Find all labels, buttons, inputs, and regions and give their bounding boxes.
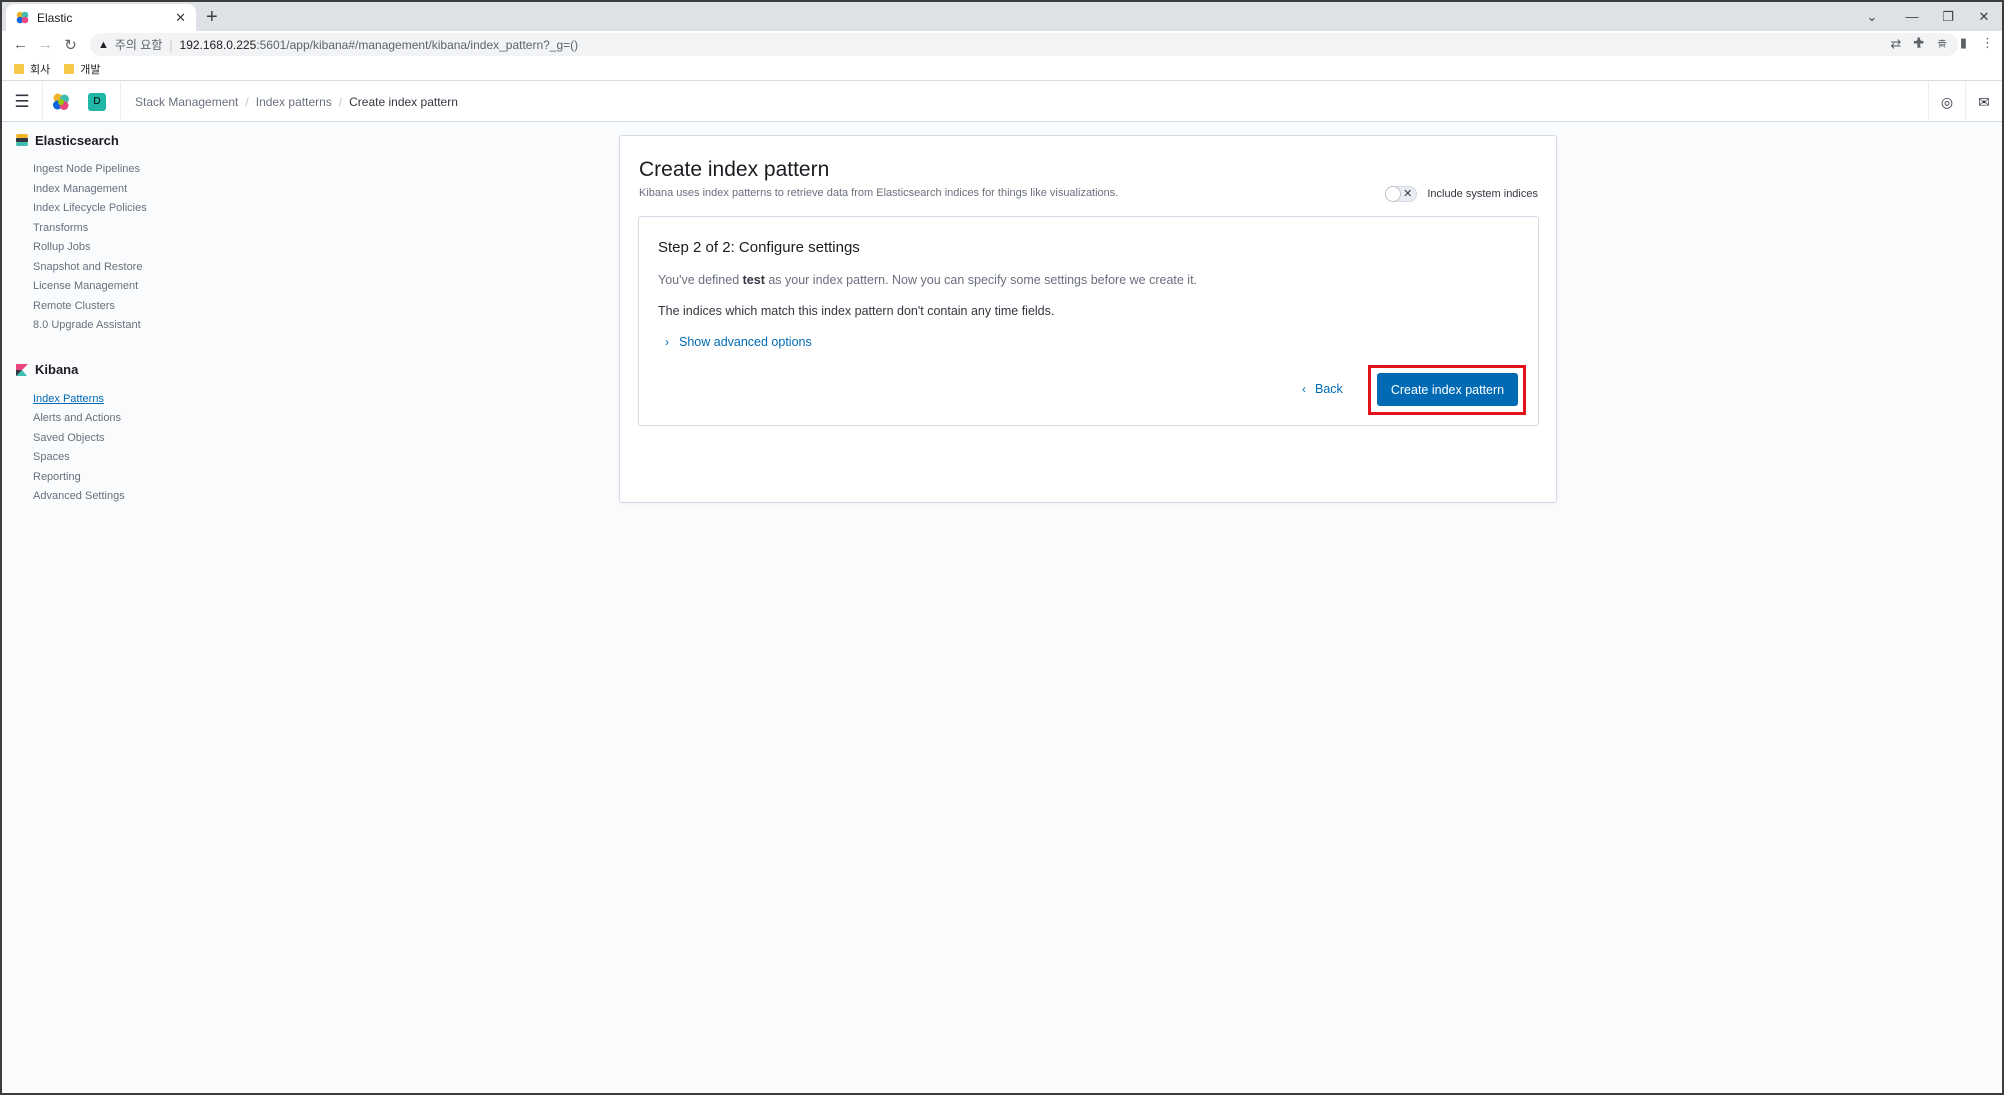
sidebar-group-label: Elasticsearch: [35, 132, 119, 148]
forward-arrow-icon[interactable]: →: [33, 36, 58, 53]
sidebar-item-rollup-jobs[interactable]: Rollup Jobs: [16, 238, 216, 258]
folder-icon: [14, 64, 24, 74]
browser-tabstrip: Elastic ✕ + ⌄ — ❐ ✕: [2, 2, 2002, 31]
bookmark-folder-company[interactable]: 회사: [14, 61, 50, 77]
breadcrumb-index-patterns[interactable]: Index patterns: [256, 95, 332, 109]
browser-tab[interactable]: Elastic ✕: [6, 4, 196, 31]
tab-close-icon[interactable]: ✕: [175, 10, 186, 26]
pattern-name: test: [742, 273, 765, 287]
tab-search-icon[interactable]: ⌄: [1850, 2, 1894, 31]
defined-pattern-text: You've defined test as your index patter…: [658, 273, 1197, 287]
sidebar-item-alerts-and-actions[interactable]: Alerts and Actions: [16, 409, 216, 429]
extensions-puzzle-icon[interactable]: ✚: [1913, 35, 1924, 51]
kibana-logo-icon: [16, 363, 28, 376]
help-icon[interactable]: ◎: [1928, 82, 1965, 122]
sidebar-item-upgrade-assistant[interactable]: 8.0 Upgrade Assistant: [16, 316, 216, 336]
kibana-header: ☰ D Stack Management / Index patterns / …: [2, 81, 2002, 122]
translate-icon[interactable]: ⇄: [1891, 36, 1902, 52]
bookmark-label: 개발: [80, 64, 101, 76]
minimize-icon[interactable]: —: [1894, 2, 1930, 31]
breadcrumb-separator: /: [338, 94, 343, 109]
side-panel-icon[interactable]: ▮: [1960, 35, 1967, 51]
sidebar-group-kibana: Kibana Index Patterns Alerts and Actions…: [16, 360, 216, 507]
toggle-label: Include system indices: [1427, 188, 1538, 200]
breadcrumb-separator: /: [245, 94, 249, 109]
page-title: Create index pattern: [639, 158, 830, 181]
security-label: 주의 요함: [114, 38, 163, 52]
reading-list-icon[interactable]: ≡: [1938, 35, 1946, 51]
back-label: Back: [1315, 382, 1343, 396]
sidebar-item-ingest-node-pipelines[interactable]: Ingest Node Pipelines: [16, 160, 216, 180]
browser-menu-icon[interactable]: ⋮: [1981, 35, 1994, 51]
window-controls: ⌄ — ❐ ✕: [1850, 2, 2002, 31]
bookmark-folder-dev[interactable]: 개발: [64, 61, 101, 77]
omnibox-divider: |: [169, 37, 173, 52]
url-path: :5601/app/kibana#/management/kibana/inde…: [256, 37, 579, 52]
toggle-knob: [1385, 186, 1402, 202]
browser-toolbar: ← → ↻ ▲ 주의 요함 | 192.168.0.225 :5601/app/…: [2, 31, 2002, 58]
show-advanced-options-link[interactable]: › Show advanced options: [665, 335, 812, 349]
chevron-right-icon: ›: [665, 335, 669, 349]
advanced-options-label: Show advanced options: [679, 335, 812, 349]
elastic-favicon-icon: [16, 11, 29, 24]
extension-icons: ✚ ≡ ▮ ⋮: [1913, 35, 1994, 51]
url-host: 192.168.0.225: [179, 37, 257, 52]
sidebar-item-advanced-settings[interactable]: Advanced Settings: [16, 487, 216, 507]
include-system-indices-toggle[interactable]: ✕ Include system indices: [1385, 186, 1538, 202]
no-time-fields-text: The indices which match this index patte…: [658, 304, 1055, 318]
bookmark-label: 회사: [30, 64, 51, 76]
address-bar[interactable]: ▲ 주의 요함 | 192.168.0.225 :5601/app/kibana…: [90, 33, 1958, 56]
window-close-icon[interactable]: ✕: [1966, 2, 2002, 31]
sidebar-item-index-management[interactable]: Index Management: [16, 180, 216, 200]
sidebar-group-elasticsearch: Elasticsearch Ingest Node Pipelines Inde…: [16, 130, 216, 336]
folder-icon: [64, 64, 75, 74]
newsfeed-mail-icon[interactable]: ✉: [1965, 82, 2002, 122]
sidebar-item-index-lifecycle-policies[interactable]: Index Lifecycle Policies: [16, 199, 216, 219]
menu-hamburger-icon[interactable]: ☰: [2, 82, 42, 122]
back-arrow-icon[interactable]: ←: [8, 36, 33, 53]
sidebar-item-license-management[interactable]: License Management: [16, 277, 216, 297]
breadcrumb: Stack Management / Index patterns / Crea…: [120, 81, 458, 122]
sidebar-item-remote-clusters[interactable]: Remote Clusters: [16, 297, 216, 317]
sidebar-group-title: Kibana: [16, 360, 216, 380]
sidebar-group-label: Kibana: [35, 362, 79, 377]
step-title: Step 2 of 2: Configure settings: [658, 239, 860, 256]
sidebar-item-transforms[interactable]: Transforms: [16, 219, 216, 239]
reload-icon[interactable]: ↻: [58, 36, 83, 54]
breadcrumb-stack-management[interactable]: Stack Management: [135, 95, 238, 109]
sidebar-item-spaces[interactable]: Spaces: [16, 448, 216, 468]
back-button[interactable]: ‹ Back: [1302, 382, 1343, 396]
toggle-switch[interactable]: ✕: [1385, 186, 1418, 202]
highlight-box: [1368, 365, 1526, 415]
management-sidebar: Elasticsearch Ingest Node Pipelines Inde…: [16, 130, 216, 531]
header-actions: ◎ ✉: [1928, 82, 2002, 122]
sidebar-item-reporting[interactable]: Reporting: [16, 468, 216, 488]
sidebar-item-index-patterns[interactable]: Index Patterns: [16, 390, 216, 410]
sidebar-item-saved-objects[interactable]: Saved Objects: [16, 429, 216, 449]
defined-prefix: You've defined: [658, 273, 743, 287]
elastic-logo-icon[interactable]: [42, 81, 78, 122]
chevron-left-icon: ‹: [1302, 382, 1306, 396]
restore-icon[interactable]: ❐: [1930, 2, 1966, 31]
defined-suffix: as your index pattern. Now you can speci…: [764, 273, 1198, 287]
breadcrumb-create-index-pattern: Create index pattern: [349, 94, 458, 109]
bookmarks-bar: 회사 개발: [2, 58, 2002, 81]
sidebar-item-snapshot-and-restore[interactable]: Snapshot and Restore: [16, 258, 216, 278]
toggle-off-icon: ✕: [1403, 188, 1413, 200]
elasticsearch-logo-icon: [16, 134, 28, 146]
tab-title: Elastic: [37, 10, 73, 25]
create-index-pattern-panel: Create index pattern Kibana uses index p…: [619, 135, 1557, 503]
sidebar-group-title: Elasticsearch: [16, 130, 216, 150]
new-tab-button[interactable]: +: [206, 6, 218, 28]
space-avatar[interactable]: D: [88, 92, 106, 111]
warning-icon: ▲: [98, 38, 109, 51]
page-description: Kibana uses index patterns to retrieve d…: [639, 187, 1119, 199]
